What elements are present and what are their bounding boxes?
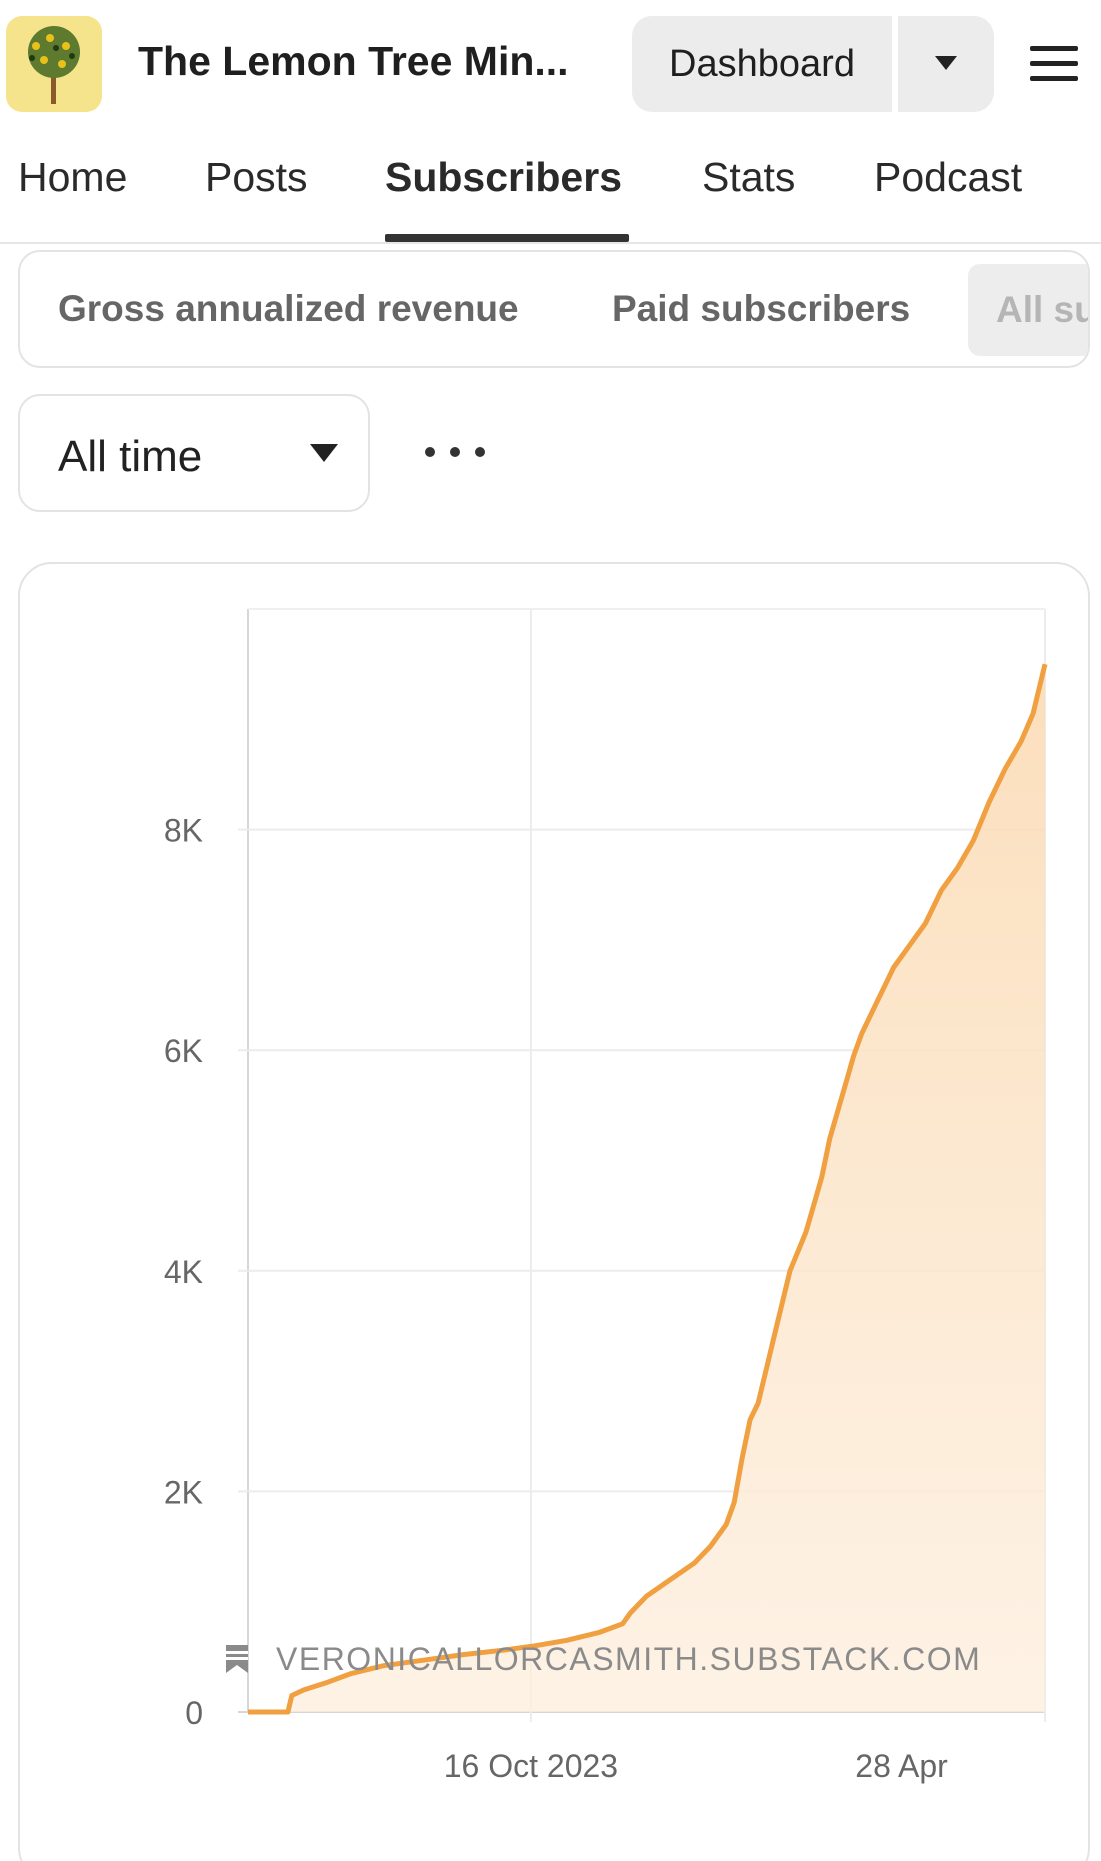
watermark: VERONICALLORCASMITH.SUBSTACK.COM bbox=[226, 1641, 981, 1677]
x-tick-label: 16 Oct 2023 bbox=[444, 1748, 618, 1784]
lemon-tree-icon[interactable] bbox=[6, 16, 102, 112]
watermark-text: VERONICALLORCASMITH.SUBSTACK.COM bbox=[276, 1641, 981, 1677]
top-header: The Lemon Tree Min... Dashboard bbox=[0, 0, 1101, 128]
y-tick-label: 2K bbox=[164, 1474, 203, 1510]
x-tick-label: 28 Apr bbox=[855, 1748, 948, 1784]
y-tick-label: 0 bbox=[185, 1695, 203, 1731]
caret-down-icon bbox=[935, 56, 957, 70]
y-tick-label: 8K bbox=[164, 813, 203, 849]
more-horizontal-icon[interactable] bbox=[425, 430, 485, 474]
time-range-select[interactable]: All time bbox=[18, 394, 370, 512]
tab-subscribers[interactable]: Subscribers bbox=[385, 154, 622, 244]
tab-podcast[interactable]: Podcast bbox=[874, 154, 1022, 244]
metric-paid-subscribers[interactable]: Paid subscribers bbox=[612, 252, 910, 366]
metric-all-subscribers[interactable]: All su bbox=[968, 264, 1088, 356]
metric-gross-annualized-revenue[interactable]: Gross annualized revenue bbox=[58, 252, 519, 366]
y-tick-label: 4K bbox=[164, 1254, 203, 1290]
caret-down-icon bbox=[310, 444, 338, 462]
tab-posts[interactable]: Posts bbox=[205, 154, 308, 244]
tab-stats[interactable]: Stats bbox=[702, 154, 795, 244]
dashboard-button[interactable]: Dashboard bbox=[632, 16, 892, 112]
hamburger-menu-icon[interactable] bbox=[1030, 44, 1078, 84]
metric-selector: Gross annualized revenue Paid subscriber… bbox=[18, 250, 1090, 368]
active-tab-indicator bbox=[385, 234, 629, 242]
time-range-value: All time bbox=[58, 432, 203, 481]
section-tabs: Home Posts Subscribers Stats Podcast bbox=[0, 148, 1101, 244]
dashboard-dropdown-button[interactable] bbox=[898, 16, 994, 112]
tab-home[interactable]: Home bbox=[18, 154, 127, 244]
subscriber-area bbox=[248, 664, 1045, 1713]
y-tick-label: 6K bbox=[164, 1033, 203, 1069]
subscriber-chart-card: 0 2K 4K 6K 8K 16 Oct 2023 28 Apr VERONICALLORC… bbox=[18, 562, 1090, 1861]
dashboard-switcher: Dashboard bbox=[632, 16, 994, 112]
bookmark-icon bbox=[226, 1645, 248, 1673]
publication-title[interactable]: The Lemon Tree Min... bbox=[138, 38, 569, 85]
subscriber-growth-chart: 0 2K 4K 6K 8K 16 Oct 2023 28 Apr VERONICALLORC… bbox=[164, 608, 1048, 1784]
